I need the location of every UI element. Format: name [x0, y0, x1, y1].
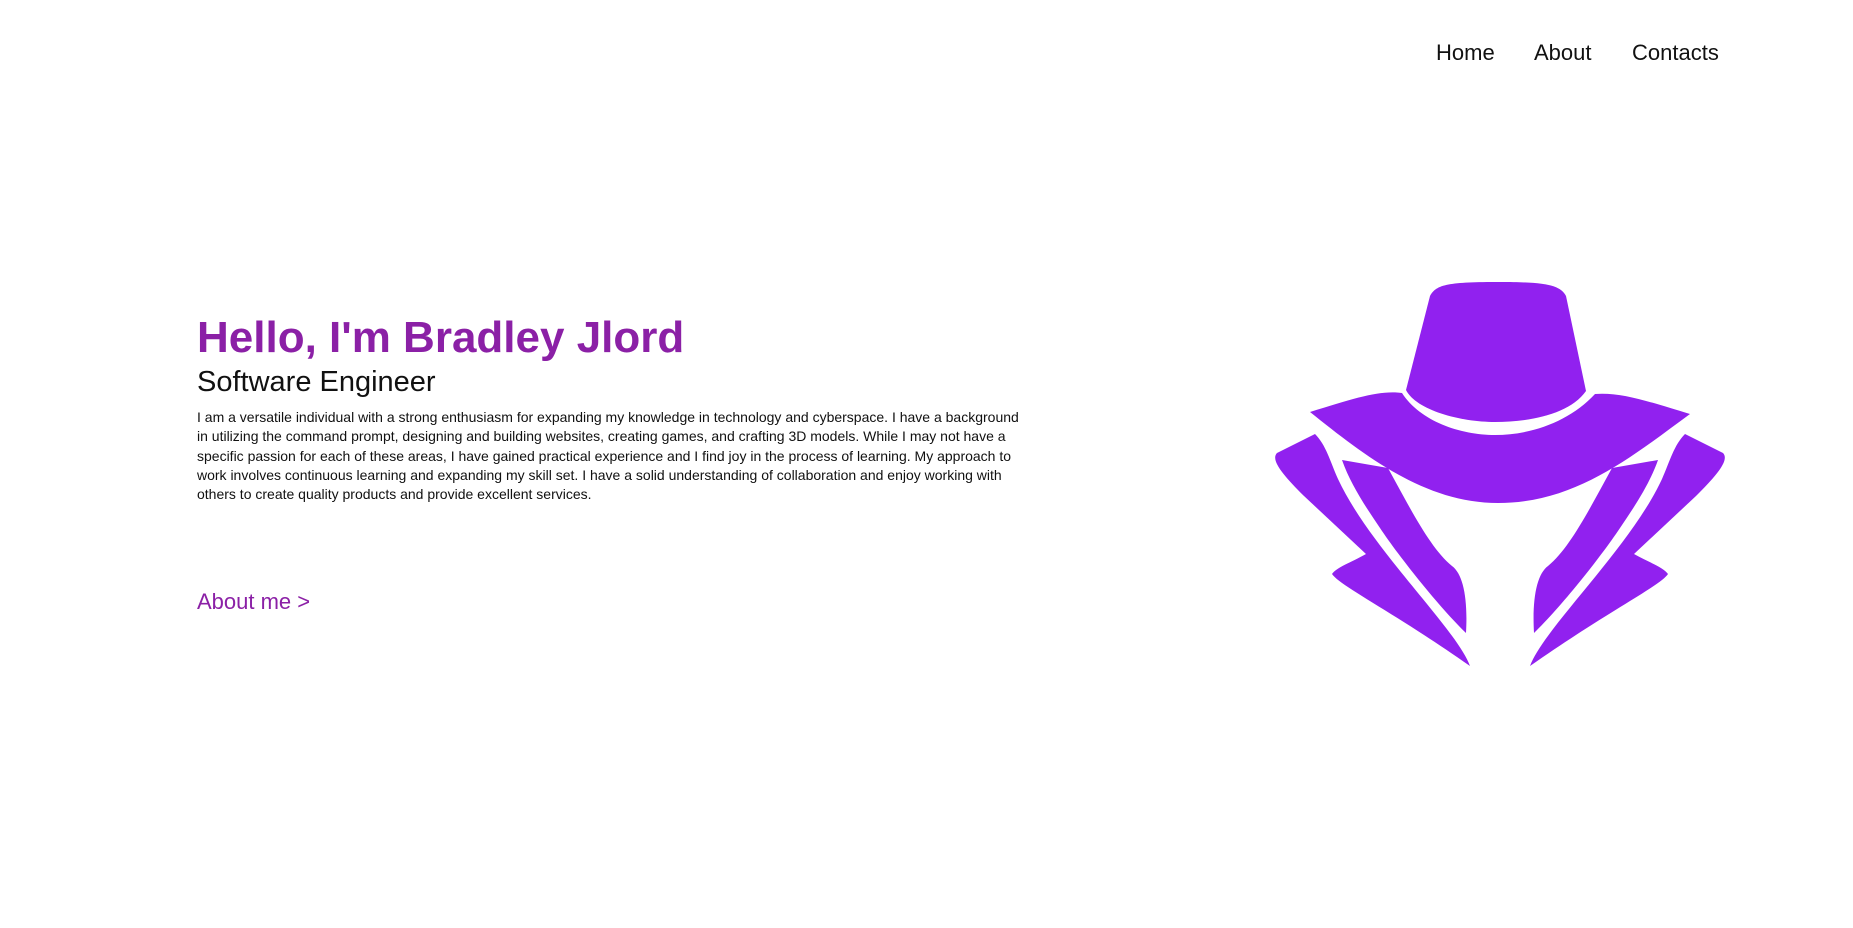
spy-hat-coat-icon	[1275, 282, 1725, 666]
about-me-link[interactable]: About me >	[197, 589, 310, 615]
hero-intro: Hello, I'm Bradley Jlord Software Engine…	[197, 312, 1032, 504]
hero-bio: I am a versatile individual with a stron…	[197, 409, 1019, 503]
hero-subtitle: Software Engineer	[197, 366, 436, 398]
spy-logo	[1270, 278, 1730, 674]
hero-title: Hello, I'm Bradley Jlord	[197, 313, 685, 362]
page: Home About Contacts Hello, I'm Bradley J…	[0, 0, 1853, 928]
nav-home-link[interactable]: Home	[1436, 40, 1495, 66]
nav-about-link[interactable]: About	[1534, 40, 1592, 66]
top-nav: Home About Contacts	[0, 40, 1853, 70]
nav-contacts-link[interactable]: Contacts	[1632, 40, 1719, 66]
